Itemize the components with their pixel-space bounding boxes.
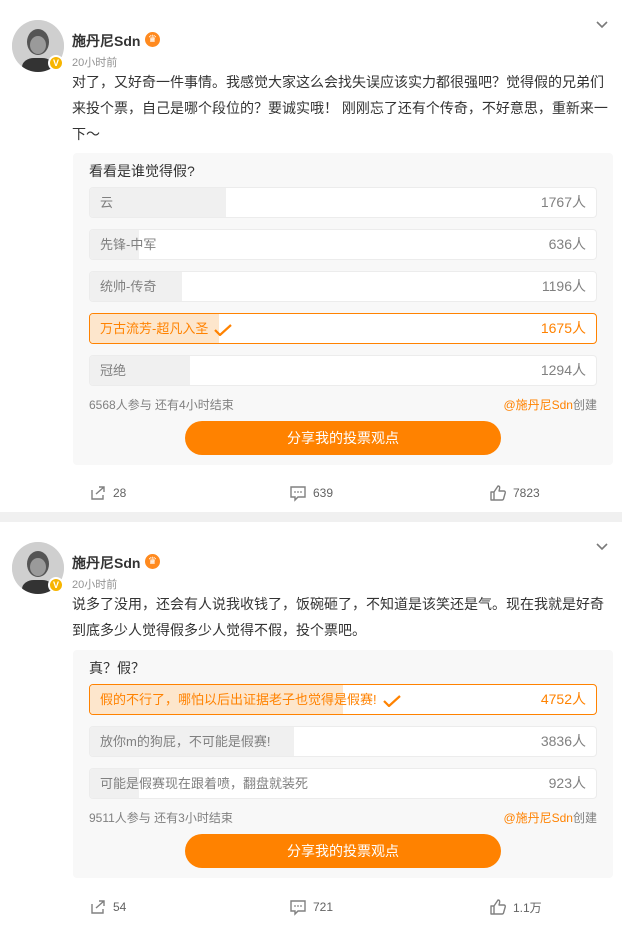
poll-option-selected[interactable]: 万古流芳-超凡入圣 1675人 — [89, 313, 597, 344]
repost-count: 54 — [113, 900, 127, 914]
post-time[interactable]: 20小时前 — [72, 576, 117, 592]
poll-option-label-wrap: 假的不行了，哪怕以后出证据老子也觉得是假赛! — [100, 685, 401, 714]
poll-card: 看看是谁觉得假? 云 1767人 先锋-中军 636人 统帅-传奇 1196人 … — [73, 153, 613, 465]
poll-option-selected[interactable]: 假的不行了，哪怕以后出证据老子也觉得是假赛! 4752人 — [89, 684, 597, 715]
poll-option[interactable]: 放你m的狗屁，不可能是假赛! 3836人 — [89, 726, 597, 757]
poll-title: 看看是谁觉得假? — [89, 163, 195, 179]
poll-option-count: 923人 — [548, 775, 586, 791]
check-icon — [214, 323, 233, 336]
poll-meta: 9511人参与 还有3小时结束 — [89, 811, 233, 825]
poll-option-count: 1294人 — [540, 362, 586, 378]
post-time[interactable]: 20小时前 — [72, 54, 117, 70]
poll-option-label: 假的不行了，哪怕以后出证据老子也觉得是假赛! — [100, 692, 377, 707]
comment-button[interactable]: 721 — [289, 898, 333, 916]
poll-option[interactable]: 可能是假赛现在跟着喷，翻盘就装死 923人 — [89, 768, 597, 799]
verified-badge-icon: V — [48, 577, 64, 593]
check-icon — [382, 694, 401, 707]
poll-option[interactable]: 统帅-传奇 1196人 — [89, 271, 597, 302]
poll-card: 真？假？ 假的不行了，哪怕以后出证据老子也觉得是假赛! 4752人 放你m的狗屁… — [73, 650, 613, 878]
poll-option-count: 1196人 — [541, 278, 586, 294]
weibo-post: V 施丹尼Sdn ♛ 20小时前 对了，又好奇一件事情。我感觉大家这么会找失误应… — [0, 0, 622, 512]
poll-option-label: 云 — [100, 195, 114, 210]
comment-icon — [290, 900, 306, 916]
comment-count: 639 — [313, 486, 334, 500]
poll-meta: 6568人参与 还有4小时结束 — [89, 398, 234, 412]
poll-option[interactable]: 冠绝 1294人 — [89, 355, 597, 386]
repost-icon — [91, 486, 105, 500]
share-vote-button[interactable]: 分享我的投票观点 — [185, 421, 501, 455]
author-name[interactable]: 施丹尼Sdn — [72, 553, 140, 573]
like-icon — [490, 485, 506, 501]
like-count: 7823 — [513, 486, 540, 500]
comment-icon — [290, 486, 306, 502]
like-icon — [490, 899, 506, 915]
poll-option-count: 1675人 — [540, 320, 586, 336]
comment-button[interactable]: 639 — [289, 484, 333, 502]
poll-option-label: 先锋-中军 — [100, 237, 157, 252]
poll-option[interactable]: 云 1767人 — [89, 187, 597, 218]
creator-link[interactable]: @施丹尼Sdn — [503, 811, 573, 825]
like-count: 1.1万 — [513, 900, 542, 915]
poll-option-count: 636人 — [548, 236, 586, 252]
post-content: 对了，又好奇一件事情。我感觉大家这么会找失误应该实力都很强吧？觉得假的兄弟们来投… — [72, 74, 608, 142]
like-button[interactable]: 7823 — [489, 484, 540, 502]
poll-option-label: 可能是假赛现在跟着喷，翻盘就装死 — [100, 776, 309, 791]
chevron-down-icon[interactable] — [594, 17, 610, 33]
like-button[interactable]: 1.1万 — [489, 898, 542, 916]
creator-suffix: 创建 — [572, 811, 597, 825]
weibo-post: V 施丹尼Sdn ♛ 20小时前 说多了没用，还会有人说我收钱了，饭碗砸了，不知… — [0, 522, 622, 927]
crown-badge-icon: ♛ — [145, 32, 160, 47]
verified-badge-icon: V — [48, 55, 64, 71]
poll-creator: @施丹尼Sdn创建 — [503, 396, 597, 413]
author-name[interactable]: 施丹尼Sdn — [72, 31, 140, 51]
poll-option-label: 冠绝 — [100, 363, 127, 378]
repost-button[interactable]: 54 — [89, 898, 126, 916]
poll-option-label: 统帅-传奇 — [100, 279, 157, 294]
repost-count: 28 — [113, 486, 127, 500]
feed-divider — [0, 512, 622, 522]
share-vote-button[interactable]: 分享我的投票观点 — [185, 834, 501, 868]
crown-badge-icon: ♛ — [145, 554, 160, 569]
poll-creator: @施丹尼Sdn创建 — [503, 809, 597, 826]
poll-option-count: 3836人 — [540, 733, 586, 749]
poll-title: 真？假？ — [89, 660, 145, 676]
comment-count: 721 — [313, 900, 334, 914]
creator-suffix: 创建 — [572, 398, 597, 412]
poll-option-count: 1767人 — [540, 194, 586, 210]
poll-option-label-wrap: 万古流芳-超凡入圣 — [100, 314, 233, 343]
chevron-down-icon[interactable] — [594, 539, 610, 555]
poll-option[interactable]: 先锋-中军 636人 — [89, 229, 597, 260]
repost-button[interactable]: 28 — [89, 484, 126, 502]
creator-link[interactable]: @施丹尼Sdn — [503, 398, 573, 412]
repost-icon — [91, 900, 105, 914]
post-content: 说多了没用，还会有人说我收钱了，饭碗砸了，不知道是该笑还是气。现在我就是好奇到底… — [72, 596, 604, 638]
poll-option-count: 4752人 — [540, 691, 586, 707]
poll-option-label: 放你m的狗屁，不可能是假赛! — [100, 734, 271, 749]
poll-option-label: 万古流芳-超凡入圣 — [100, 321, 209, 336]
